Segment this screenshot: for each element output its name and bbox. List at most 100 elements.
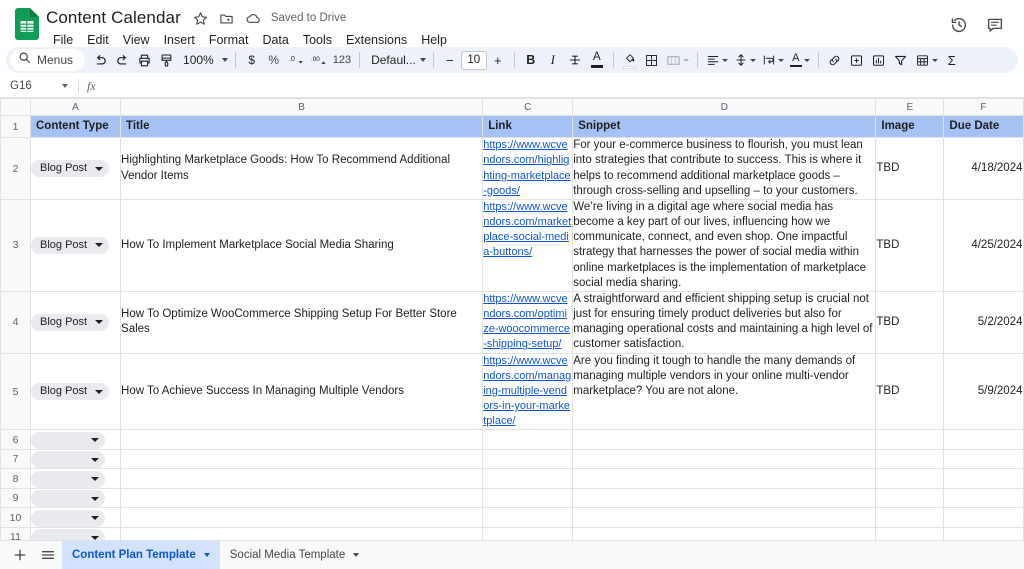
header-cell-link[interactable]: Link — [482, 114, 574, 139]
menu-item-help[interactable]: Help — [414, 31, 454, 49]
row-header-3[interactable]: 3 — [0, 198, 31, 292]
cell-content-type[interactable]: Blog Post — [29, 137, 122, 200]
cell-image[interactable] — [875, 448, 945, 470]
text-rotation-icon[interactable]: A — [787, 49, 813, 71]
row-header-5[interactable]: 5 — [0, 352, 31, 431]
cell-link[interactable] — [482, 429, 574, 450]
cell-title[interactable] — [120, 487, 484, 509]
cell-title[interactable] — [120, 507, 484, 528]
percent-format-button[interactable]: % — [263, 49, 285, 71]
content-type-chip[interactable]: Blog Post — [31, 383, 110, 400]
add-sheet-icon[interactable] — [6, 543, 34, 567]
cell-content-type[interactable] — [29, 429, 122, 450]
cell-image[interactable] — [875, 429, 945, 450]
header-cell-content-type[interactable]: Content Type — [29, 114, 122, 139]
cell-image[interactable] — [875, 487, 945, 509]
name-box[interactable]: G16 — [0, 75, 78, 97]
content-type-chip[interactable] — [31, 490, 105, 507]
row-header-6[interactable]: 6 — [0, 429, 31, 450]
column-header-c[interactable]: C — [482, 98, 574, 116]
print-icon[interactable] — [133, 49, 155, 71]
cell-link[interactable] — [482, 468, 574, 489]
chevron-down-icon[interactable] — [62, 84, 68, 88]
column-header-e[interactable]: E — [875, 98, 945, 116]
content-type-chip[interactable]: Blog Post — [31, 236, 110, 254]
cell-image[interactable]: TBD — [875, 290, 945, 354]
move-to-folder-icon[interactable] — [217, 8, 237, 28]
cell-snippet[interactable] — [572, 487, 877, 509]
cell-content-type[interactable] — [29, 487, 122, 509]
cell-due-date[interactable]: 5/2/2024 — [943, 290, 1024, 354]
cell-due-date[interactable] — [943, 526, 1024, 540]
cell-content-type[interactable]: Blog Post — [29, 352, 122, 431]
cell-due-date[interactable]: 5/9/2024 — [943, 352, 1024, 431]
cell-due-date[interactable] — [943, 507, 1024, 528]
sum-functions-button[interactable]: Σ — [941, 49, 963, 71]
row-header-11[interactable]: 11 — [0, 526, 31, 540]
column-header-a[interactable]: A — [29, 98, 122, 116]
cell-snippet[interactable] — [572, 526, 877, 540]
header-cell-title[interactable]: Title — [120, 114, 484, 139]
cell-snippet[interactable]: Are you finding it tough to handle the m… — [572, 352, 877, 431]
menu-item-extensions[interactable]: Extensions — [339, 31, 414, 49]
cell-snippet[interactable]: A straightforward and efficient shipping… — [572, 290, 877, 354]
cell-link[interactable] — [482, 507, 574, 528]
link-text[interactable]: https://www.wcvendors.com/optimize-wooco… — [484, 293, 570, 351]
column-header-b[interactable]: B — [120, 98, 484, 116]
create-filter-icon[interactable] — [890, 49, 912, 71]
bold-button[interactable]: B — [520, 49, 542, 71]
cell-content-type[interactable]: Blog Post — [29, 290, 122, 354]
content-type-chip[interactable]: Blog Post — [31, 313, 110, 331]
text-color-button[interactable]: A — [586, 49, 608, 71]
font-family-selector[interactable]: Defaul... — [365, 49, 428, 71]
strikethrough-icon[interactable] — [564, 49, 586, 71]
cell-snippet[interactable] — [572, 448, 877, 470]
cell-link[interactable]: https://www.wcvendors.com/marketplace-so… — [482, 198, 574, 292]
cell-content-type[interactable] — [29, 507, 122, 528]
cell-snippet[interactable]: We’re living in a digital age where soci… — [572, 198, 877, 292]
cell-due-date[interactable] — [943, 429, 1024, 450]
decrease-font-size-button[interactable]: − — [439, 49, 461, 71]
insert-link-icon[interactable] — [824, 49, 846, 71]
row-header-9[interactable]: 9 — [0, 487, 31, 509]
cell-snippet[interactable]: For your e-commerce business to flourish… — [572, 137, 877, 200]
cell-link[interactable]: https://www.wcvendors.com/highlighting-m… — [482, 137, 574, 200]
header-cell-image[interactable]: Image — [875, 114, 945, 139]
chevron-down-icon[interactable] — [203, 553, 210, 557]
cell-title[interactable]: Highlighting Marketplace Goods: How To R… — [120, 137, 484, 200]
sheet-tab-social-media-template[interactable]: Social Media Template — [220, 541, 370, 569]
header-cell-snippet[interactable]: Snippet — [572, 114, 877, 139]
cell-link[interactable]: https://www.wcvendors.com/optimize-wooco… — [482, 290, 574, 354]
cell-due-date[interactable]: 4/18/2024 — [943, 137, 1024, 200]
menus-search-button[interactable]: Menus — [10, 49, 86, 71]
menu-item-tools[interactable]: Tools — [296, 31, 339, 49]
redo-icon[interactable] — [111, 49, 133, 71]
content-type-chip[interactable] — [31, 470, 105, 488]
content-type-chip[interactable] — [31, 509, 105, 527]
cell-image[interactable] — [875, 507, 945, 528]
cell-due-date[interactable] — [943, 487, 1024, 509]
cell-title[interactable]: How To Optimize WooCommerce Shipping Set… — [120, 290, 484, 354]
cell-image[interactable] — [875, 526, 945, 540]
cell-link[interactable] — [482, 487, 574, 509]
increase-decimal-icon[interactable]: .00 — [307, 49, 330, 71]
column-header-d[interactable]: D — [572, 98, 877, 116]
formula-input[interactable] — [104, 75, 1024, 97]
row-header-10[interactable]: 10 — [0, 507, 31, 528]
vertical-align-icon[interactable] — [731, 49, 759, 71]
more-formats-button[interactable]: 123 — [330, 49, 354, 71]
row-header-7[interactable]: 7 — [0, 448, 31, 470]
star-outline-icon[interactable] — [191, 8, 211, 28]
cell-image[interactable] — [875, 468, 945, 489]
insert-chart-icon[interactable] — [868, 49, 890, 71]
cell-snippet[interactable] — [572, 429, 877, 450]
link-text[interactable]: https://www.wcvendors.com/highlighting-m… — [484, 139, 571, 197]
cell-link[interactable] — [482, 448, 574, 470]
row-header-1[interactable]: 1 — [0, 114, 31, 139]
content-type-chip[interactable] — [31, 451, 105, 468]
comment-icon[interactable] — [982, 12, 1008, 38]
italic-button[interactable]: I — [542, 49, 564, 71]
borders-icon[interactable] — [641, 49, 663, 71]
cell-title[interactable] — [120, 526, 484, 540]
insert-comment-icon[interactable] — [846, 49, 868, 71]
